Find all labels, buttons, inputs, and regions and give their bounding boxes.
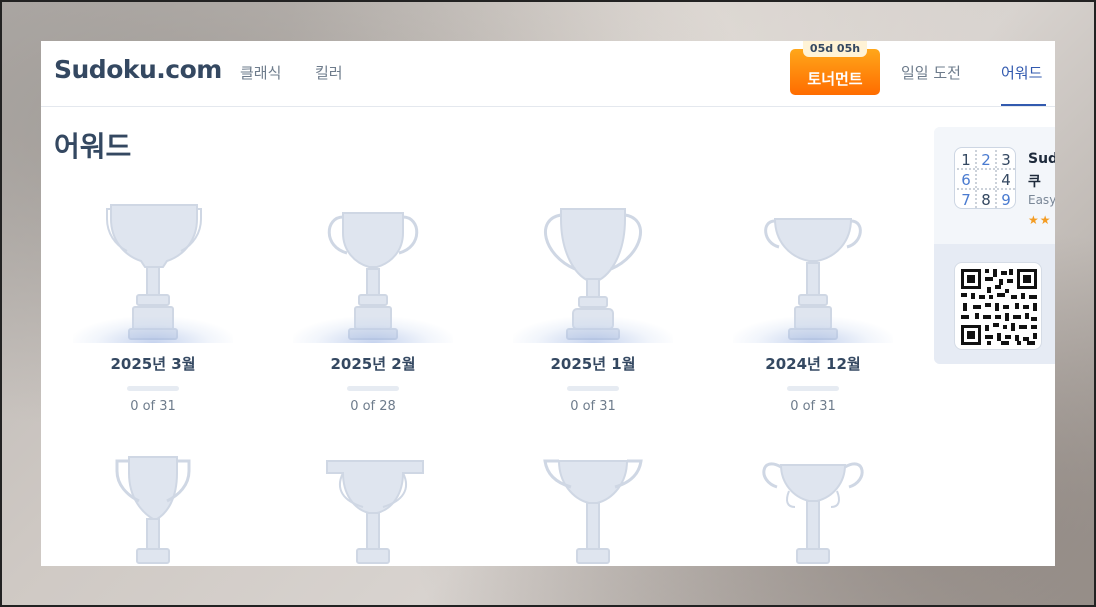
grid-digit: 6: [961, 171, 971, 189]
trophy-progress-bar: [347, 386, 399, 391]
trophy-card-2025-02[interactable]: 2025년 2월 0 of 28: [283, 183, 463, 414]
trophy-progress-count: 0 of 31: [570, 399, 616, 414]
trophy-progress-count: 0 of 28: [350, 399, 396, 414]
qr-code-icon[interactable]: [954, 262, 1042, 350]
nav-daily-challenge[interactable]: 일일 도전: [901, 62, 961, 83]
sudoku-app-icon: 1 2 3 6 4 7 8 9: [954, 147, 1016, 209]
nav-classic[interactable]: 클래식: [240, 62, 281, 83]
rating-stars-icon: ★★: [1028, 213, 1052, 227]
grid-digit: 4: [1001, 171, 1011, 189]
trophy-progress-bar: [127, 386, 179, 391]
tournament-timer-badge: 05d 05h: [803, 41, 867, 57]
trophy-month-label: 2025년 3월: [110, 355, 196, 373]
trophy-icon: [723, 183, 903, 343]
grid-digit: 7: [961, 191, 971, 209]
trophy-progress-bar: [567, 386, 619, 391]
page-title: 어워드: [54, 130, 132, 163]
trophy-month-label: 2024년 12월: [765, 355, 861, 373]
app-name-line2: 쿠: [1028, 174, 1041, 190]
grid-digit: 1: [961, 151, 971, 169]
app-subtitle: Easy: [1028, 193, 1055, 207]
trophy-month-label: 2025년 2월: [330, 355, 416, 373]
trophy-month-label: 2025년 1월: [550, 355, 636, 373]
grid-digit: 2: [981, 151, 991, 169]
app-name: Sud: [1028, 151, 1055, 167]
trophy-card-next-4[interactable]: [723, 451, 903, 566]
trophy-icon: [283, 183, 463, 343]
trophy-icon: [63, 183, 243, 343]
trophy-card-2024-12[interactable]: 2024년 12월 0 of 31: [723, 183, 903, 414]
grid-digit: 9: [1001, 191, 1011, 209]
trophy-card-next-1[interactable]: [63, 451, 243, 566]
trophy-progress-bar: [787, 386, 839, 391]
grid-digit: 3: [1001, 151, 1011, 169]
trophy-progress-count: 0 of 31: [790, 399, 836, 414]
browser-page: Sudoku.com 클래식 킬러 토너먼트 05d 05h 일일 도전 어워드…: [41, 41, 1055, 566]
trophy-card-next-3[interactable]: [503, 451, 683, 566]
sudoku-logo[interactable]: Sudoku.com: [54, 55, 222, 84]
trophy-card-2025-01[interactable]: 2025년 1월 0 of 31: [503, 183, 683, 414]
trophy-card-next-2[interactable]: [283, 451, 463, 566]
grid-digit: 8: [981, 191, 991, 209]
nav-awards[interactable]: 어워드: [1001, 62, 1042, 83]
nav-active-indicator: [1001, 104, 1046, 106]
trophy-card-2025-03[interactable]: 2025년 3월 0 of 31: [63, 183, 243, 414]
trophy-progress-count: 0 of 31: [130, 399, 176, 414]
trophy-icon: [503, 183, 683, 343]
nav-killer[interactable]: 킬러: [315, 62, 343, 83]
top-navigation: Sudoku.com 클래식 킬러 토너먼트 05d 05h 일일 도전 어워드: [41, 41, 1055, 107]
app-promo-card[interactable]: 1 2 3 6 4 7 8 9 Sud 쿠 Easy ★★: [934, 127, 1055, 364]
